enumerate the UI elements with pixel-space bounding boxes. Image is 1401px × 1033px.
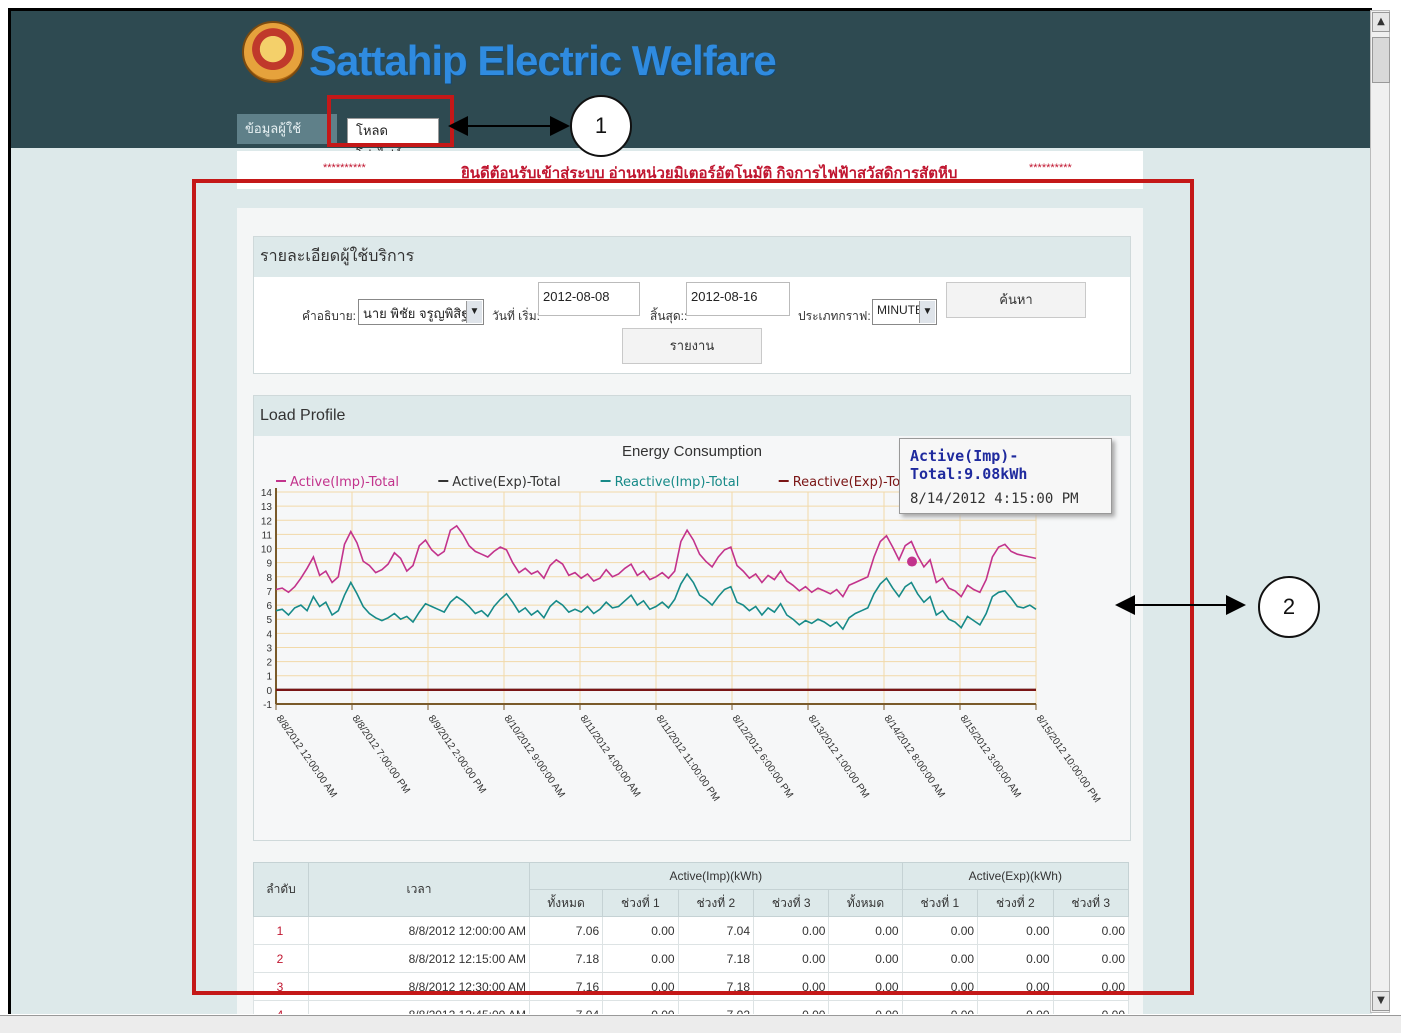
callout-arrows <box>448 116 1246 615</box>
scroll-thumb[interactable] <box>1372 37 1390 83</box>
scroll-down-icon[interactable]: ▼ <box>1372 991 1390 1011</box>
callout-2: 2 <box>1258 576 1320 638</box>
vertical-scrollbar[interactable]: ▲ ▼ <box>1370 10 1390 1013</box>
status-bar <box>0 1015 1401 1033</box>
callout-1: 1 <box>570 95 632 157</box>
scroll-up-icon[interactable]: ▲ <box>1372 12 1390 32</box>
